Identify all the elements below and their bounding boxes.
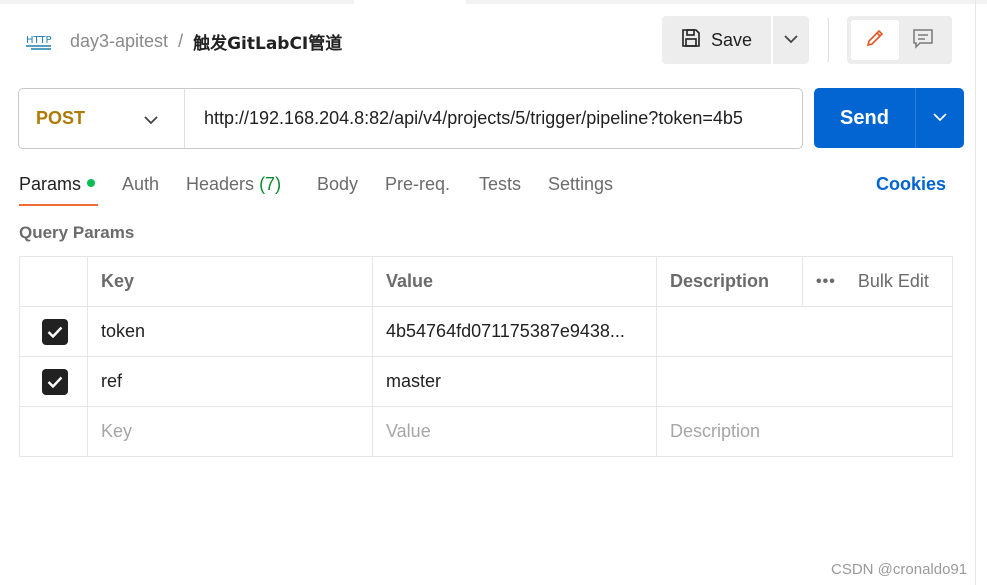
active-tab-underline bbox=[19, 204, 98, 206]
query-params-table: Key Value Description ••• Bulk Edit toke… bbox=[19, 256, 953, 457]
view-mode-toggle bbox=[847, 16, 952, 64]
tab-strip bbox=[0, 0, 987, 4]
params-active-dot bbox=[87, 179, 96, 188]
send-group: Send bbox=[814, 88, 964, 148]
request-name[interactable]: 触发GitLabCI管道 bbox=[193, 29, 342, 54]
save-button[interactable]: Save bbox=[662, 16, 771, 64]
param-value-cell[interactable]: master bbox=[372, 356, 657, 407]
method-label: POST bbox=[36, 108, 86, 128]
chevron-down-icon bbox=[784, 31, 798, 49]
param-value-cell[interactable]: 4b54764fd071175387e9438... bbox=[372, 306, 657, 357]
tab-params-label: Params bbox=[19, 174, 82, 194]
query-params-title: Query Params bbox=[19, 223, 135, 242]
row-checkbox-cell bbox=[19, 306, 88, 357]
tab-params[interactable]: Params bbox=[19, 174, 96, 195]
panel-divider bbox=[975, 0, 976, 585]
cookies-link[interactable]: Cookies bbox=[876, 174, 946, 195]
headers-count: (7) bbox=[259, 174, 282, 194]
tab-body[interactable]: Body bbox=[317, 174, 358, 195]
row-checkbox-cell bbox=[19, 356, 88, 407]
tab-settings-label: Settings bbox=[548, 174, 614, 194]
tab-settings[interactable]: Settings bbox=[548, 174, 613, 195]
column-header-description: Description bbox=[656, 256, 803, 307]
param-key-cell[interactable]: token bbox=[87, 306, 373, 357]
tab-tests[interactable]: Tests bbox=[479, 174, 521, 195]
method-select[interactable]: POST bbox=[19, 89, 185, 148]
send-options-button[interactable] bbox=[915, 88, 964, 148]
column-header-value: Value bbox=[372, 256, 657, 307]
breadcrumb-collection[interactable]: day3-apitest bbox=[70, 31, 168, 52]
tab-tests-label: Tests bbox=[479, 174, 522, 194]
param-description-cell[interactable] bbox=[656, 306, 953, 357]
new-key-input[interactable]: Key bbox=[87, 406, 373, 457]
chevron-down-icon bbox=[933, 109, 947, 127]
new-value-input[interactable]: Value bbox=[372, 406, 657, 457]
tab-body-label: Body bbox=[317, 174, 359, 194]
save-options-button[interactable] bbox=[771, 16, 809, 64]
http-icon: HTTP bbox=[25, 30, 53, 52]
breadcrumb: day3-apitest / 触发GitLabCI管道 bbox=[70, 29, 342, 54]
column-header-key: Key bbox=[87, 256, 373, 307]
row-checkbox-cell bbox=[19, 406, 88, 457]
request-tabs: Params Auth Headers (7) Body Pre-req. Te… bbox=[19, 170, 959, 208]
table-row-new: Key Value Description bbox=[19, 406, 953, 457]
row-enabled-checkbox[interactable] bbox=[41, 318, 68, 345]
tab-auth-label: Auth bbox=[122, 174, 160, 194]
breadcrumb-separator: / bbox=[178, 31, 184, 51]
save-label: Save bbox=[711, 29, 753, 50]
bulk-actions: ••• Bulk Edit bbox=[816, 271, 939, 292]
table-row: token 4b54764fd071175387e9438... bbox=[19, 306, 953, 357]
param-key-cell[interactable]: ref bbox=[87, 356, 373, 407]
watermark: CSDN @cronaldo91 bbox=[831, 561, 968, 578]
request-header: HTTP day3-apitest / 触发GitLabCI管道 Save bbox=[0, 14, 987, 66]
tab-pre-request-label: Pre-req. bbox=[385, 174, 451, 194]
table-row: ref master bbox=[19, 356, 953, 407]
edit-mode-button[interactable] bbox=[851, 20, 899, 60]
tab-pre-request[interactable]: Pre-req. bbox=[385, 174, 450, 195]
bulk-edit-cell: ••• Bulk Edit bbox=[802, 256, 953, 307]
tab-auth[interactable]: Auth bbox=[122, 174, 159, 195]
bulk-edit-button[interactable]: Bulk Edit bbox=[858, 271, 929, 292]
url-input[interactable] bbox=[185, 89, 802, 148]
pencil-icon bbox=[864, 27, 886, 54]
more-options-icon[interactable]: ••• bbox=[816, 273, 836, 291]
save-group: Save bbox=[662, 16, 809, 64]
tab-headers-label: Headers bbox=[186, 174, 255, 194]
request-url-bar: POST bbox=[18, 88, 803, 149]
active-tab-indicator bbox=[354, 0, 466, 4]
documentation-mode-button[interactable] bbox=[899, 20, 947, 60]
row-enabled-checkbox[interactable] bbox=[41, 368, 68, 395]
save-icon bbox=[680, 27, 711, 54]
table-header-row: Key Value Description ••• Bulk Edit bbox=[19, 256, 953, 307]
header-checkbox-cell bbox=[19, 256, 88, 307]
svg-text:HTTP: HTTP bbox=[26, 35, 52, 46]
param-description-cell[interactable] bbox=[656, 356, 953, 407]
comment-icon bbox=[911, 27, 935, 54]
header-divider bbox=[828, 18, 829, 62]
chevron-down-icon bbox=[144, 112, 158, 130]
new-description-input[interactable]: Description bbox=[656, 406, 953, 457]
send-button[interactable]: Send bbox=[814, 88, 915, 148]
tab-headers[interactable]: Headers (7) bbox=[186, 174, 281, 195]
